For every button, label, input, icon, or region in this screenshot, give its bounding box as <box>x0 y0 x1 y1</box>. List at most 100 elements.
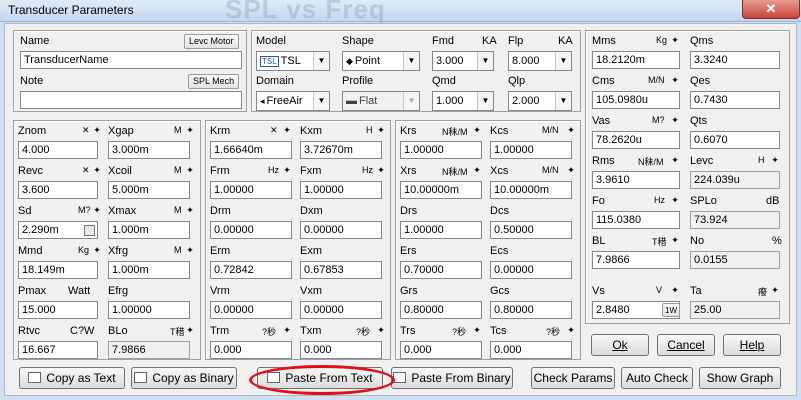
chevron-down-icon[interactable]: ▼ <box>403 92 419 110</box>
domain-select[interactable]: ◂ FreeAir ▼ <box>256 91 330 111</box>
ok-button[interactable]: Ok <box>591 334 649 356</box>
chevron-down-icon[interactable]: ▼ <box>555 52 571 70</box>
blo-spin-icon[interactable]: ✦ <box>185 325 195 336</box>
chevron-down-icon[interactable]: ▼ <box>477 92 493 110</box>
vrm-field[interactable]: 0.00000 <box>210 301 292 319</box>
shape-select[interactable]: ◆ Point ▼ <box>342 51 420 71</box>
xcoil-field[interactable]: 5.000m <box>108 181 190 199</box>
bl-spin-icon[interactable]: ✦ <box>670 235 680 246</box>
chevron-down-icon[interactable]: ▼ <box>555 92 571 110</box>
revc-field[interactable]: 3.600 <box>18 181 98 199</box>
fmd-select[interactable]: 3.000 ▼ <box>432 51 494 71</box>
mmd-field[interactable]: 18.149m <box>18 261 98 279</box>
revc-spin-icon[interactable]: ✦ <box>92 165 102 176</box>
xfrg-field[interactable]: 1.000m <box>108 261 190 279</box>
copy-as-binary-button[interactable]: Copy as Binary <box>131 367 237 389</box>
drm-field[interactable]: 0.00000 <box>210 221 292 239</box>
rms-spin-icon[interactable]: ✦ <box>670 155 680 166</box>
mms-field[interactable]: 18.2120m <box>592 51 680 69</box>
trm-spin-icon[interactable]: ✦ <box>282 325 292 336</box>
qms-field[interactable]: 3.3240 <box>690 51 780 69</box>
fo-spin-icon[interactable]: ✦ <box>670 195 680 206</box>
fo-field[interactable]: 115.0380 <box>592 211 680 229</box>
cancel-button[interactable]: Cancel <box>657 334 715 356</box>
txm-spin-icon[interactable]: ✦ <box>376 325 386 336</box>
dcs-field[interactable]: 0.50000 <box>490 221 572 239</box>
levc-spin-icon[interactable]: ✦ <box>770 155 780 166</box>
chevron-down-icon[interactable]: ▼ <box>477 52 493 70</box>
fxm-field[interactable]: 1.00000 <box>300 181 382 199</box>
kxm-field[interactable]: 3.72670m <box>300 141 382 159</box>
tcs-field[interactable]: 0.000 <box>490 341 572 359</box>
xrs-field[interactable]: 10.00000m <box>400 181 482 199</box>
sd-calc-icon[interactable] <box>84 225 95 236</box>
trs-field[interactable]: 0.000 <box>400 341 482 359</box>
vas-spin-icon[interactable]: ✦ <box>670 115 680 126</box>
bl-field[interactable]: 7.9866 <box>592 251 680 269</box>
rtvc-field[interactable]: 16.667 <box>18 341 98 359</box>
trm-field[interactable]: 0.000 <box>210 341 292 359</box>
chevron-down-icon[interactable]: ▼ <box>313 52 329 70</box>
krs-field[interactable]: 1.00000 <box>400 141 482 159</box>
name-field[interactable]: TransducerName <box>20 51 242 69</box>
znom-field[interactable]: 4.000 <box>18 141 98 159</box>
close-button[interactable]: ✕ <box>742 0 800 19</box>
xfrg-spin-icon[interactable]: ✦ <box>185 245 195 256</box>
paste-from-binary-button[interactable]: Paste From Binary <box>391 367 513 389</box>
kcs-field[interactable]: 1.00000 <box>490 141 572 159</box>
xcs-field[interactable]: 10.00000m <box>490 181 572 199</box>
erm-field[interactable]: 0.72842 <box>210 261 292 279</box>
chevron-down-icon[interactable]: ▼ <box>403 52 419 70</box>
ers-field[interactable]: 0.70000 <box>400 261 482 279</box>
xmax-field[interactable]: 1.000m <box>108 221 190 239</box>
dxm-field[interactable]: 0.00000 <box>300 221 382 239</box>
cms-field[interactable]: 105.0980u <box>592 91 680 109</box>
znom-spin-icon[interactable]: ✦ <box>92 125 102 136</box>
ecs-field[interactable]: 0.00000 <box>490 261 572 279</box>
auto-check-button[interactable]: Auto Check <box>621 367 693 389</box>
sd-spin-icon[interactable]: ✦ <box>92 205 102 216</box>
fxm-spin-icon[interactable]: ✦ <box>376 165 386 176</box>
help-button[interactable]: Help <box>723 334 781 356</box>
krs-spin-icon[interactable]: ✦ <box>472 125 482 136</box>
trs-spin-icon[interactable]: ✦ <box>472 325 482 336</box>
xrs-spin-icon[interactable]: ✦ <box>472 165 482 176</box>
chevron-down-icon[interactable]: ▼ <box>313 92 329 110</box>
qmd-select[interactable]: 1.000 ▼ <box>432 91 494 111</box>
txm-field[interactable]: 0.000 <box>300 341 382 359</box>
frm-field[interactable]: 1.00000 <box>210 181 292 199</box>
vxm-field[interactable]: 0.00000 <box>300 301 382 319</box>
xgap-spin-icon[interactable]: ✦ <box>185 125 195 136</box>
vs-spin-icon[interactable]: ✦ <box>670 285 680 296</box>
profile-select[interactable]: ▬ Flat ▼ <box>342 91 420 111</box>
kxm-spin-icon[interactable]: ✦ <box>376 125 386 136</box>
show-graph-button[interactable]: Show Graph <box>699 367 781 389</box>
pmax-field[interactable]: 15.000 <box>18 301 98 319</box>
copy-as-text-button[interactable]: Copy as Text <box>19 367 125 389</box>
note-field[interactable] <box>20 91 242 109</box>
cms-spin-icon[interactable]: ✦ <box>670 75 680 86</box>
xgap-field[interactable]: 3.000m <box>108 141 190 159</box>
kcs-spin-icon[interactable]: ✦ <box>566 125 576 136</box>
drs-field[interactable]: 1.00000 <box>400 221 482 239</box>
xcoil-spin-icon[interactable]: ✦ <box>185 165 195 176</box>
gcs-field[interactable]: 0.80000 <box>490 301 572 319</box>
mms-spin-icon[interactable]: ✦ <box>670 35 680 46</box>
qes-field[interactable]: 0.7430 <box>690 91 780 109</box>
qlp-select[interactable]: 2.000 ▼ <box>508 91 572 111</box>
grs-field[interactable]: 0.80000 <box>400 301 482 319</box>
frm-spin-icon[interactable]: ✦ <box>282 165 292 176</box>
model-select[interactable]: TSL TSL ▼ <box>256 51 330 71</box>
one-watt-button[interactable]: 1W <box>662 303 680 317</box>
xcs-spin-icon[interactable]: ✦ <box>566 165 576 176</box>
krm-field[interactable]: 1.66640m <box>210 141 292 159</box>
ta-spin-icon[interactable]: ✦ <box>770 285 780 296</box>
levc-motor-button[interactable]: Levc Motor <box>184 34 239 49</box>
mmd-spin-icon[interactable]: ✦ <box>92 245 102 256</box>
qts-field[interactable]: 0.6070 <box>690 131 780 149</box>
exm-field[interactable]: 0.67853 <box>300 261 382 279</box>
xmax-spin-icon[interactable]: ✦ <box>185 205 195 216</box>
flp-select[interactable]: 8.000 ▼ <box>508 51 572 71</box>
efrg-field[interactable]: 1.00000 <box>108 301 190 319</box>
krm-spin-icon[interactable]: ✦ <box>282 125 292 136</box>
